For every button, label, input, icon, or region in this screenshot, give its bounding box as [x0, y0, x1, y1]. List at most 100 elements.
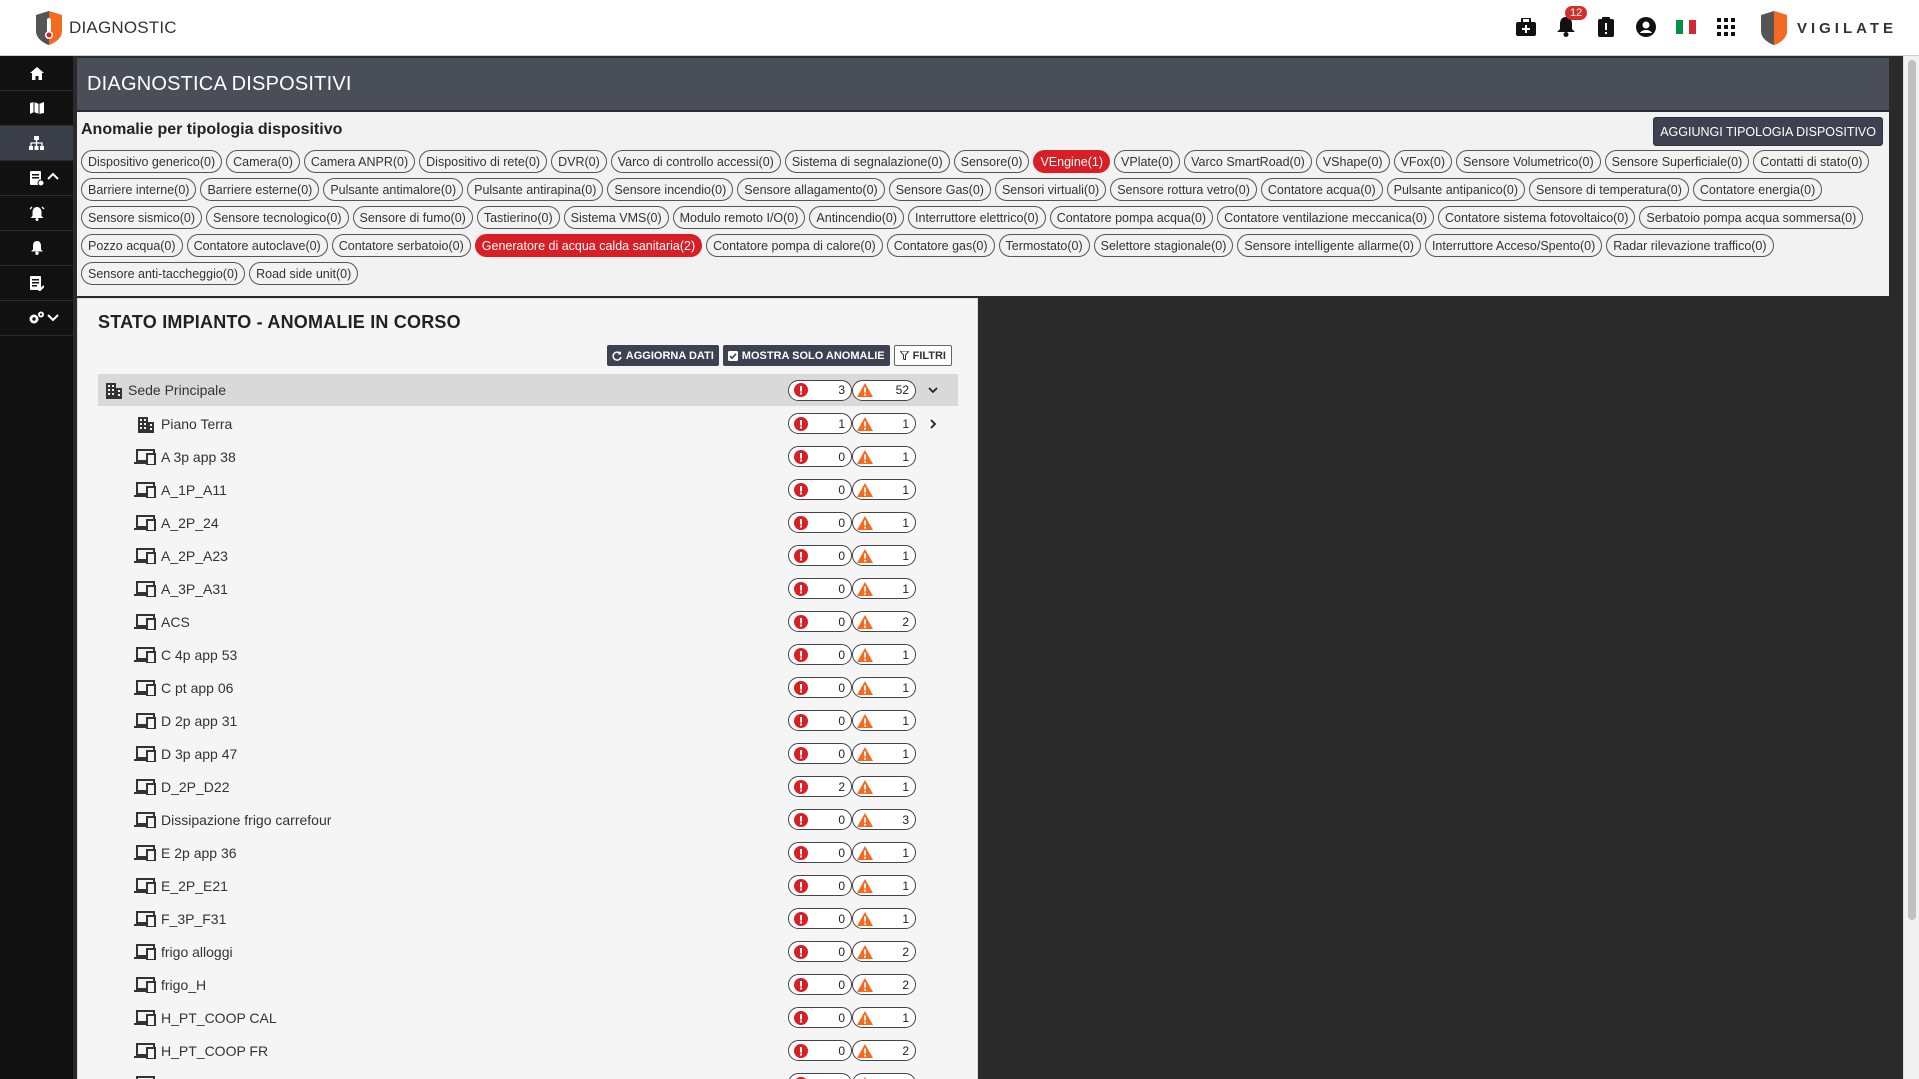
device-type-chip[interactable]: Contatore energia(0): [1692, 178, 1823, 201]
device-type-chip[interactable]: Contatore sistema fotovoltaico(0): [1438, 206, 1636, 229]
user-circle-icon[interactable]: [1633, 14, 1659, 40]
device-type-chip[interactable]: VPlate(0): [1114, 150, 1181, 173]
tree-row[interactable]: C 4p app 53 0 1: [98, 638, 958, 671]
sidebar-item-alarms[interactable]: [0, 196, 73, 231]
device-type-chip[interactable]: Barriere interne(0): [81, 178, 197, 201]
refresh-data-button[interactable]: AGGIORNA DATI: [606, 345, 719, 366]
sidebar-item-map[interactable]: [0, 91, 73, 126]
tree-row-root[interactable]: Sede Principale 3 52: [98, 374, 958, 406]
device-type-chip[interactable]: Contatore pompa di calore(0): [706, 234, 883, 257]
device-type-chip[interactable]: Sensore intelligente allarme(0): [1237, 234, 1421, 257]
device-type-chip[interactable]: Termostato(0): [998, 234, 1090, 257]
device-type-chip[interactable]: Pulsante antimalore(0): [323, 178, 464, 201]
tree-row[interactable]: A_2P_A23 0 1: [98, 539, 958, 572]
device-type-chip[interactable]: Generatore di acqua calda sanitaria(2): [474, 234, 703, 257]
device-type-chip[interactable]: Modulo remoto I/O(0): [672, 206, 806, 229]
device-type-chip[interactable]: Contatore pompa acqua(0): [1049, 206, 1214, 229]
device-type-chip[interactable]: Sensore anti-taccheggio(0): [81, 262, 246, 285]
tree-row[interactable]: H_PT_COOP CAL 0 1: [98, 1001, 958, 1034]
tree-row[interactable]: A_3P_A31 0 1: [98, 572, 958, 605]
device-type-chip[interactable]: Sensore di temperatura(0): [1529, 178, 1689, 201]
warning-count-badge: 2: [852, 941, 916, 962]
device-type-chip[interactable]: Sensori virtuali(0): [994, 178, 1107, 201]
device-type-chip[interactable]: Sensore incendio(0): [607, 178, 734, 201]
device-type-chip[interactable]: Sensore tecnologico(0): [205, 206, 349, 229]
device-type-chip[interactable]: Interruttore Acceso/Spento(0): [1424, 234, 1603, 257]
device-type-chip[interactable]: Dispositivo generico(0): [81, 150, 223, 173]
device-type-chip[interactable]: Sistema VMS(0): [563, 206, 669, 229]
sidebar-item-notifications[interactable]: [0, 231, 73, 266]
device-type-chip[interactable]: Varco SmartRoad(0): [1184, 150, 1312, 173]
tree-row[interactable]: E 2p app 36 0 1: [98, 836, 958, 869]
app-logo[interactable]: DIAGNOSTIC: [34, 10, 177, 46]
tree-row[interactable]: frigo alloggi 0 2: [98, 935, 958, 968]
device-type-chip[interactable]: Camera(0): [226, 150, 300, 173]
device-type-chip[interactable]: Tastierino(0): [476, 206, 560, 229]
tree-row[interactable]: E_2P_E21 0 1: [98, 869, 958, 902]
device-type-chip[interactable]: Serbatoio pompa acqua sommersa(0): [1639, 206, 1864, 229]
tree-row[interactable]: A_1P_A11 0 1: [98, 473, 958, 506]
clipboard-alert-icon[interactable]: [1593, 14, 1619, 40]
device-type-chip[interactable]: Dispositivo di rete(0): [419, 150, 548, 173]
tree-row[interactable]: D 3p app 47 0 1: [98, 737, 958, 770]
sidebar-item-diagnostic[interactable]: [0, 126, 73, 161]
page-scrollbar[interactable]: [1903, 56, 1919, 1079]
device-type-chip[interactable]: Sensore di fumo(0): [352, 206, 473, 229]
device-type-chip[interactable]: Barriere esterne(0): [200, 178, 320, 201]
tree-row[interactable]: Dissipazione frigo carrefour 0 3: [98, 803, 958, 836]
sidebar-item-home[interactable]: [0, 56, 73, 91]
device-type-chip[interactable]: Camera ANPR(0): [303, 150, 416, 173]
device-type-chip[interactable]: Sensore allagamento(0): [737, 178, 885, 201]
device-type-chip[interactable]: Contatore serbatoio(0): [331, 234, 471, 257]
device-type-chip[interactable]: Contatore autoclave(0): [186, 234, 328, 257]
device-type-chip[interactable]: Sensore rottura vetro(0): [1110, 178, 1257, 201]
chevron-down-icon[interactable]: [926, 383, 940, 397]
show-only-anomalies-toggle[interactable]: MOSTRA SOLO ANOMALIE: [722, 345, 890, 366]
add-device-type-button[interactable]: AGGIUNGI TIPOLOGIA DISPOSITIVO: [1653, 117, 1883, 146]
tree-row[interactable]: F_3P_F31 0 1: [98, 902, 958, 935]
device-type-chip[interactable]: VFox(0): [1393, 150, 1453, 173]
scrollbar-thumb[interactable]: [1908, 60, 1916, 920]
device-type-chip[interactable]: Varco di controllo accessi(0): [610, 150, 781, 173]
device-type-chip[interactable]: DVR(0): [551, 150, 607, 173]
tree-row[interactable]: A_2P_24 0 1: [98, 506, 958, 539]
tree-row[interactable]: PORTINERIA E 02: [98, 1067, 958, 1079]
tree-row[interactable]: Piano Terra 1 1: [98, 407, 958, 440]
device-type-chip[interactable]: Contatti di stato(0): [1753, 150, 1870, 173]
device-type-chip[interactable]: Selettore stagionale(0): [1093, 234, 1234, 257]
device-type-chip[interactable]: Interruttore elettrico(0): [908, 206, 1046, 229]
device-type-chip[interactable]: Sensore(0): [953, 150, 1030, 173]
sidebar-item-settings[interactable]: [0, 301, 73, 336]
device-type-chip[interactable]: Pozzo acqua(0): [81, 234, 183, 257]
sidebar-item-reports[interactable]: [0, 161, 73, 196]
tree-row[interactable]: A 3p app 38 0 1: [98, 440, 958, 473]
tree-row[interactable]: C pt app 06 0 1: [98, 671, 958, 704]
device-type-chip[interactable]: Antincendio(0): [809, 206, 905, 229]
device-type-chip[interactable]: Road side unit(0): [249, 262, 359, 285]
device-type-chip[interactable]: Radar rilevazione traffico(0): [1606, 234, 1774, 257]
device-type-chip[interactable]: Sensore Volumetrico(0): [1456, 150, 1601, 173]
tree-row[interactable]: D 2p app 31 0 1: [98, 704, 958, 737]
device-type-chip[interactable]: VEngine(1): [1033, 150, 1111, 173]
tree-row[interactable]: ACS 0 2: [98, 605, 958, 638]
apps-grid-icon[interactable]: [1713, 14, 1739, 40]
device-type-chip[interactable]: Sensore sismico(0): [81, 206, 202, 229]
bell-icon[interactable]: 12: [1553, 6, 1588, 40]
device-type-chip[interactable]: Pulsante antirapina(0): [467, 178, 604, 201]
filters-button[interactable]: FILTRI: [893, 345, 952, 366]
tree-row[interactable]: frigo_H 0 2: [98, 968, 958, 1001]
italy-flag-icon[interactable]: [1673, 14, 1699, 40]
device-type-chip[interactable]: Contatore acqua(0): [1260, 178, 1383, 201]
sidebar-item-documents[interactable]: [0, 266, 73, 301]
tree-row[interactable]: D_2P_D22 2 1: [98, 770, 958, 803]
device-type-chip[interactable]: Sistema di segnalazione(0): [784, 150, 950, 173]
device-type-chip[interactable]: Sensore Gas(0): [888, 178, 991, 201]
chevron-right-icon[interactable]: [926, 417, 940, 431]
briefcase-medical-icon[interactable]: [1513, 14, 1539, 40]
device-type-chip[interactable]: Sensore Superficiale(0): [1604, 150, 1750, 173]
tree-row[interactable]: H_PT_COOP FR 0 2: [98, 1034, 958, 1067]
device-type-chip[interactable]: VShape(0): [1315, 150, 1390, 173]
device-type-chip[interactable]: Contatore gas(0): [886, 234, 995, 257]
device-type-chip[interactable]: Pulsante antipanico(0): [1386, 178, 1525, 201]
device-type-chip[interactable]: Contatore ventilazione meccanica(0): [1217, 206, 1434, 229]
